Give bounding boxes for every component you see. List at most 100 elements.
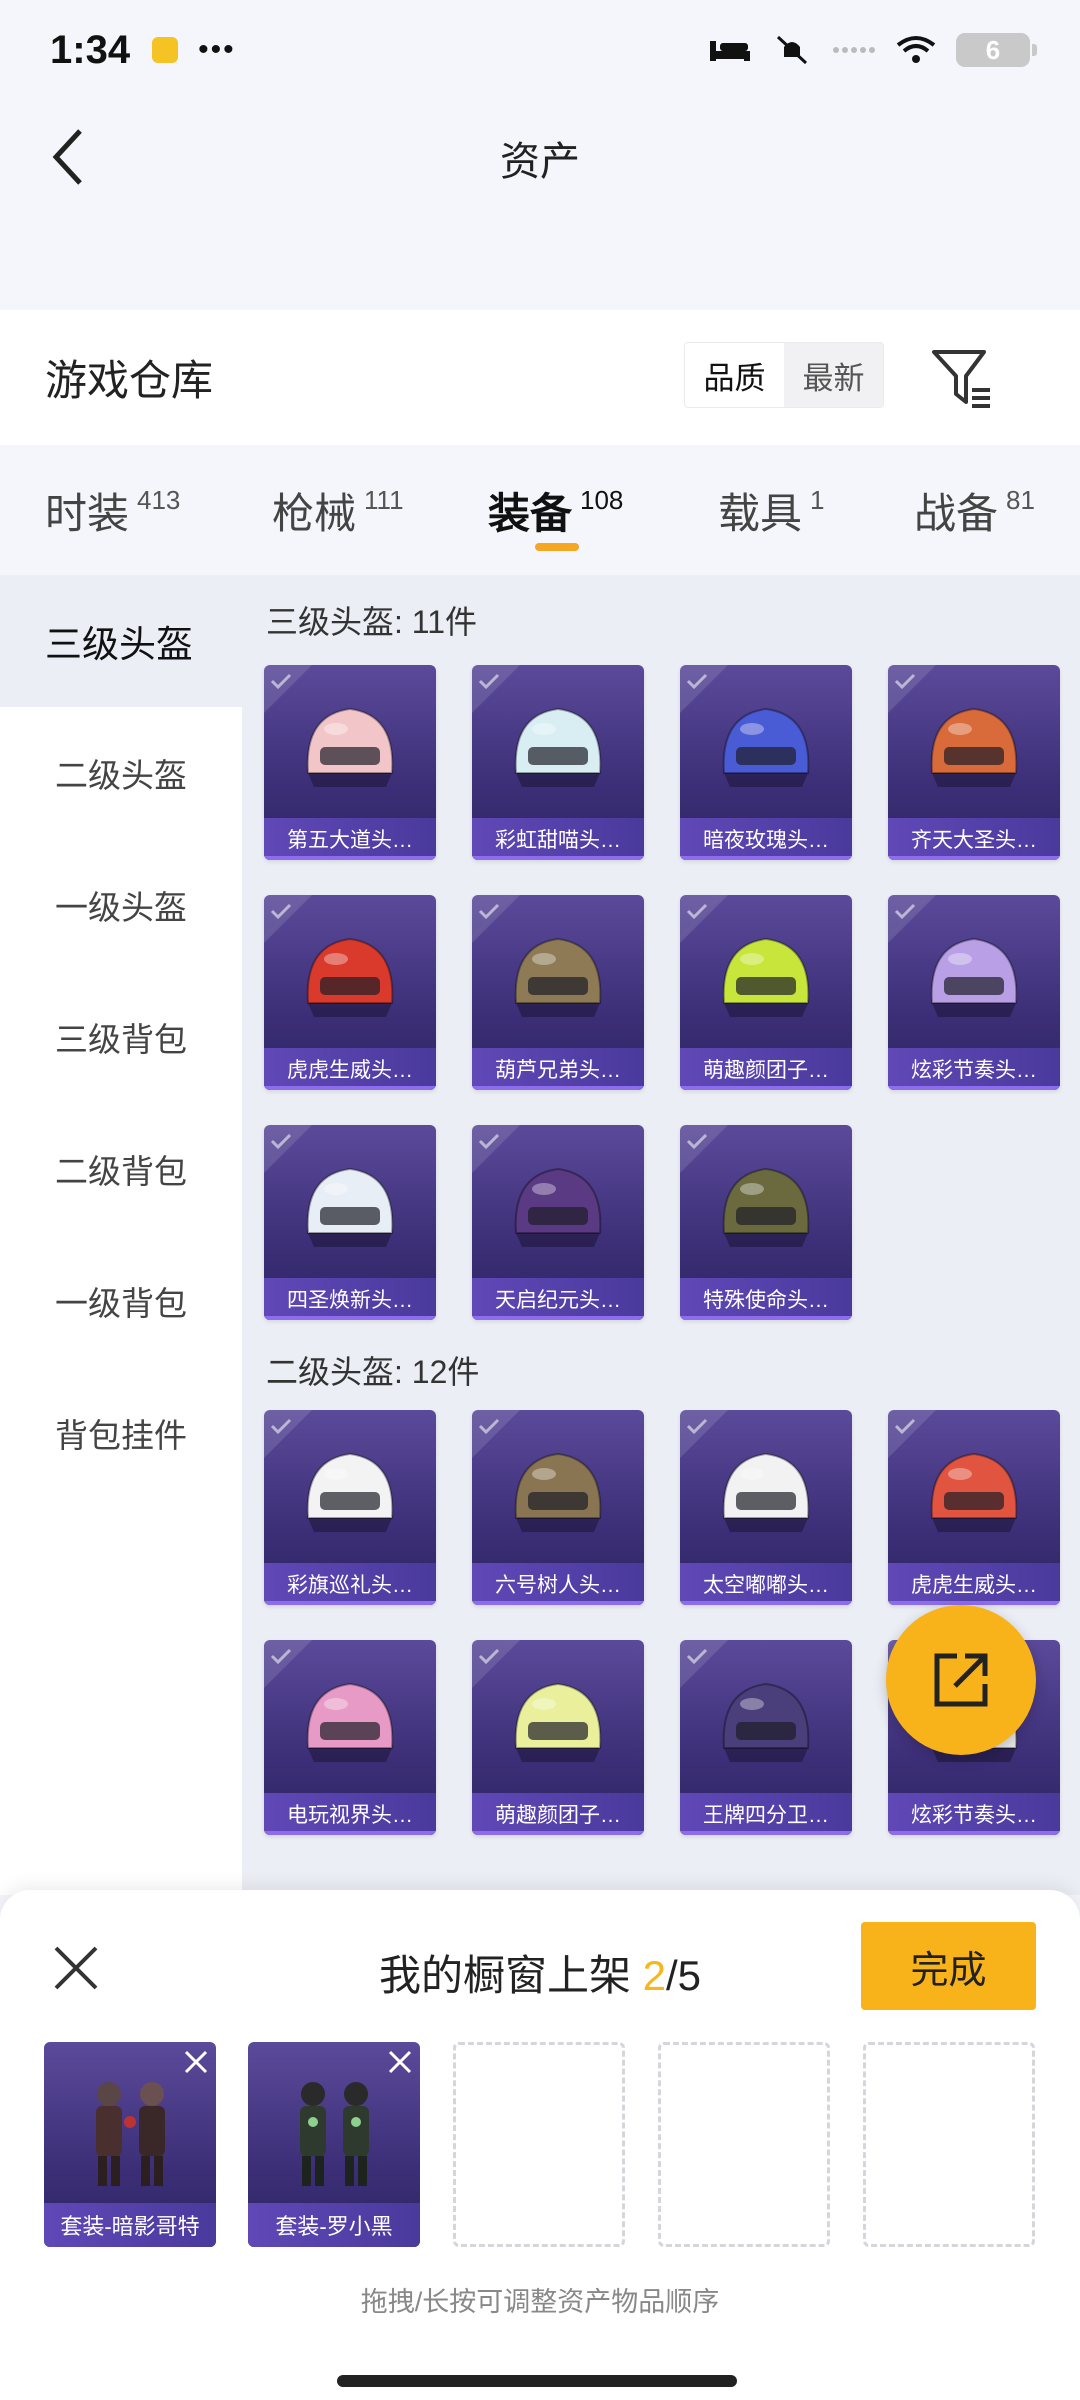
item-name: 特殊使命头… — [680, 1278, 852, 1320]
chevron-left-icon — [52, 129, 82, 185]
sort-toggle: 品质 最新 — [684, 342, 884, 408]
home-indicator[interactable] — [337, 2375, 737, 2387]
item-name: 天启纪元头… — [472, 1278, 644, 1320]
remove-slot-icon[interactable] — [180, 2046, 212, 2078]
remove-slot-icon[interactable] — [384, 2046, 416, 2078]
item-card[interactable]: 电玩视界头… — [264, 1640, 436, 1835]
status-time: 1:34 — [50, 27, 131, 72]
item-card[interactable]: 炫彩节奏头… — [888, 895, 1060, 1090]
sidebar-item-level1-backpack[interactable]: 一级背包 — [0, 1235, 242, 1367]
helmet-icon — [930, 937, 1018, 1017]
mute-icon — [776, 35, 808, 65]
sidebar-item-level1-helmet[interactable]: 一级头盔 — [0, 839, 242, 971]
item-rarity-bar — [680, 1601, 852, 1605]
more-notifications-icon: ••• — [198, 33, 236, 66]
back-button[interactable] — [38, 122, 98, 192]
tab-count: 1 — [810, 484, 825, 515]
item-card[interactable]: 特殊使命头… — [680, 1125, 852, 1320]
item-card[interactable]: 虎虎生威头… — [888, 1410, 1060, 1605]
reorder-hint: 拖拽/长按可调整资产物品顺序 — [360, 2287, 720, 2317]
item-rarity-bar — [264, 1086, 436, 1090]
showcase-total-count: /5 — [666, 1952, 702, 1999]
sidebar-item-level3-helmet[interactable]: 三级头盔 — [0, 575, 242, 707]
sidebar-item-level2-backpack[interactable]: 二级背包 — [0, 1103, 242, 1235]
warehouse-title: 游戏仓库 — [45, 357, 214, 404]
section-title: 三级头盔: 11件 — [266, 604, 478, 640]
item-card[interactable]: 天启纪元头… — [472, 1125, 644, 1320]
tab-vehicles[interactable]: 载具 1 — [718, 445, 824, 575]
item-card[interactable]: 萌趣颜团子… — [472, 1640, 644, 1835]
showcase-title-text: 我的橱窗上架 — [378, 1952, 631, 1999]
tab-label: 载具 — [718, 489, 803, 537]
sort-quality-button[interactable]: 品质 — [685, 343, 784, 407]
tab-supplies[interactable]: 战备 81 — [914, 445, 1035, 575]
item-rarity-bar — [680, 856, 852, 860]
status-bar: 1:34 ••• 6 — [0, 0, 1080, 100]
signal-icon — [833, 47, 875, 53]
item-card[interactable]: 葫芦兄弟头… — [472, 895, 644, 1090]
battery-icon: 6 — [956, 33, 1037, 67]
item-card[interactable]: 萌趣颜团子… — [680, 895, 852, 1090]
item-card[interactable]: 彩旗巡礼头… — [264, 1410, 436, 1605]
item-name: 虎虎生威头… — [264, 1048, 436, 1090]
helmet-icon — [306, 1452, 394, 1532]
item-name: 萌趣颜团子… — [472, 1793, 644, 1835]
helmet-icon — [722, 1682, 810, 1762]
item-name: 王牌四分卫… — [680, 1793, 852, 1835]
sidebar-item-level3-backpack[interactable]: 三级背包 — [0, 971, 242, 1103]
item-rarity-bar — [264, 1601, 436, 1605]
helmet-icon — [930, 1452, 1018, 1532]
item-name: 第五大道头… — [264, 818, 436, 860]
helmet-icon — [722, 707, 810, 787]
showcase-sheet: 我的橱窗上架 2/5 完成 套装-暗影哥特 套装-罗小黑 拖拽/长按可调整资产物… — [0, 1890, 1080, 2400]
empty-showcase-slot[interactable] — [453, 2042, 625, 2247]
filter-icon[interactable] — [930, 346, 994, 410]
tab-equipment[interactable]: 装备 108 — [488, 445, 623, 575]
helmet-icon — [722, 937, 810, 1017]
share-button[interactable] — [886, 1605, 1036, 1755]
showcase-slot[interactable]: 套装-暗影哥特 — [44, 2042, 216, 2247]
item-name: 炫彩节奏头… — [888, 1048, 1060, 1090]
item-rarity-bar — [888, 1601, 1060, 1605]
wifi-icon — [896, 36, 936, 63]
helmet-icon — [514, 1167, 602, 1247]
helmet-icon — [514, 1682, 602, 1762]
item-rarity-bar — [888, 856, 1060, 860]
empty-showcase-slot[interactable] — [863, 2042, 1035, 2247]
item-card[interactable]: 虎虎生威头… — [264, 895, 436, 1090]
helmet-icon — [722, 1452, 810, 1532]
sort-newest-button[interactable]: 最新 — [784, 343, 883, 407]
item-name: 六号树人头… — [472, 1563, 644, 1605]
helmet-icon — [930, 707, 1018, 787]
item-card[interactable]: 暗夜玫瑰头… — [680, 665, 852, 860]
tab-count: 111 — [364, 484, 404, 515]
item-rarity-bar — [472, 1086, 644, 1090]
item-rarity-bar — [472, 1831, 644, 1835]
sidebar-item-level2-helmet[interactable]: 二级头盔 — [0, 707, 242, 839]
item-card[interactable]: 六号树人头… — [472, 1410, 644, 1605]
tab-fashion[interactable]: 时装 413 — [45, 445, 180, 575]
helmet-icon — [306, 1682, 394, 1762]
sidebar: 三级头盔 二级头盔 一级头盔 三级背包 二级背包 一级背包 背包挂件 — [0, 575, 242, 1895]
item-name: 彩虹甜喵头… — [472, 818, 644, 860]
item-name: 炫彩节奏头… — [888, 1793, 1060, 1835]
showcase-slot[interactable]: 套装-罗小黑 — [248, 2042, 420, 2247]
item-card[interactable]: 齐天大圣头… — [888, 665, 1060, 860]
item-card[interactable]: 太空嘟嘟头… — [680, 1410, 852, 1605]
item-card[interactable]: 彩虹甜喵头… — [472, 665, 644, 860]
done-button[interactable]: 完成 — [861, 1922, 1036, 2010]
helmet-icon — [514, 707, 602, 787]
tab-weapons[interactable]: 枪械 111 — [272, 445, 404, 575]
item-card[interactable]: 第五大道头… — [264, 665, 436, 860]
showcase-current-count: 2 — [642, 1952, 666, 1999]
tab-label: 枪械 — [272, 489, 357, 537]
item-card[interactable]: 王牌四分卫… — [680, 1640, 852, 1835]
tab-count: 81 — [1006, 484, 1035, 515]
sidebar-item-backpack-charm[interactable]: 背包挂件 — [0, 1367, 242, 1499]
empty-showcase-slot[interactable] — [658, 2042, 830, 2247]
slot-name: 套装-罗小黑 — [248, 2203, 420, 2247]
item-card[interactable]: 四圣焕新头… — [264, 1125, 436, 1320]
helmet-icon — [514, 1452, 602, 1532]
item-rarity-bar — [264, 856, 436, 860]
item-name: 齐天大圣头… — [888, 818, 1060, 860]
